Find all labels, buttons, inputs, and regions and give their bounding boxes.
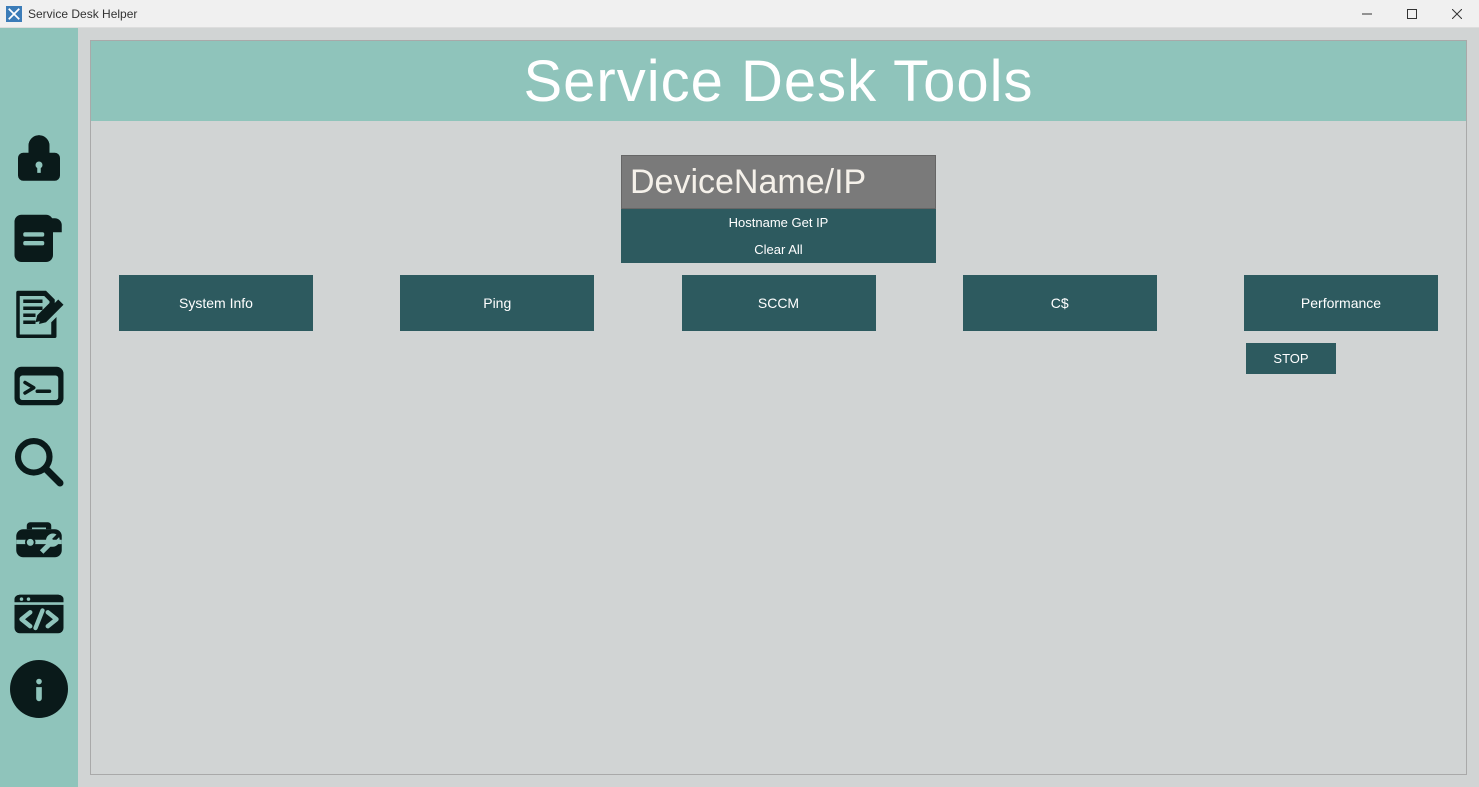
clear-all-button[interactable]: Clear All — [621, 236, 936, 263]
sidebar-item-info[interactable] — [10, 660, 68, 718]
maximize-button[interactable] — [1389, 0, 1434, 28]
sidebar-item-search[interactable] — [9, 432, 69, 492]
notepad-icon — [11, 206, 67, 262]
c-dollar-button[interactable]: C$ — [963, 275, 1157, 331]
stop-button[interactable]: STOP — [1246, 343, 1336, 374]
sidebar-item-notepad[interactable] — [9, 204, 69, 264]
sidebar-item-code[interactable] — [9, 584, 69, 644]
sidebar-item-toolbox[interactable] — [9, 508, 69, 568]
performance-button[interactable]: Performance — [1244, 275, 1438, 331]
sccm-button[interactable]: SCCM — [682, 275, 876, 331]
action-button-row: System Info Ping SCCM C$ Performance — [91, 263, 1466, 331]
hostname-get-ip-button[interactable]: Hostname Get IP — [621, 209, 936, 236]
toolbox-icon — [11, 510, 67, 566]
code-icon — [11, 586, 67, 642]
sidebar-item-terminal[interactable] — [9, 356, 69, 416]
main-area: Service Desk Tools Hostname Get IP Clear… — [78, 28, 1479, 787]
lock-icon — [11, 130, 67, 186]
panel: Service Desk Tools Hostname Get IP Clear… — [90, 40, 1467, 775]
sidebar — [0, 28, 78, 787]
page-title: Service Desk Tools — [523, 48, 1033, 115]
sidebar-item-edit[interactable] — [9, 280, 69, 340]
window-title: Service Desk Helper — [28, 7, 137, 21]
device-input-block: Hostname Get IP Clear All — [621, 155, 936, 263]
app-icon — [6, 6, 22, 22]
minimize-button[interactable] — [1344, 0, 1389, 28]
info-icon — [24, 674, 54, 704]
system-info-button[interactable]: System Info — [119, 275, 313, 331]
titlebar: Service Desk Helper — [0, 0, 1479, 28]
sidebar-item-lock[interactable] — [9, 128, 69, 188]
terminal-icon — [11, 358, 67, 414]
stop-row: STOP — [91, 331, 1466, 374]
header-banner: Service Desk Tools — [91, 41, 1466, 121]
search-icon — [11, 434, 67, 490]
ping-button[interactable]: Ping — [400, 275, 594, 331]
edit-icon — [11, 282, 67, 338]
close-button[interactable] — [1434, 0, 1479, 28]
device-name-input[interactable] — [621, 155, 936, 209]
